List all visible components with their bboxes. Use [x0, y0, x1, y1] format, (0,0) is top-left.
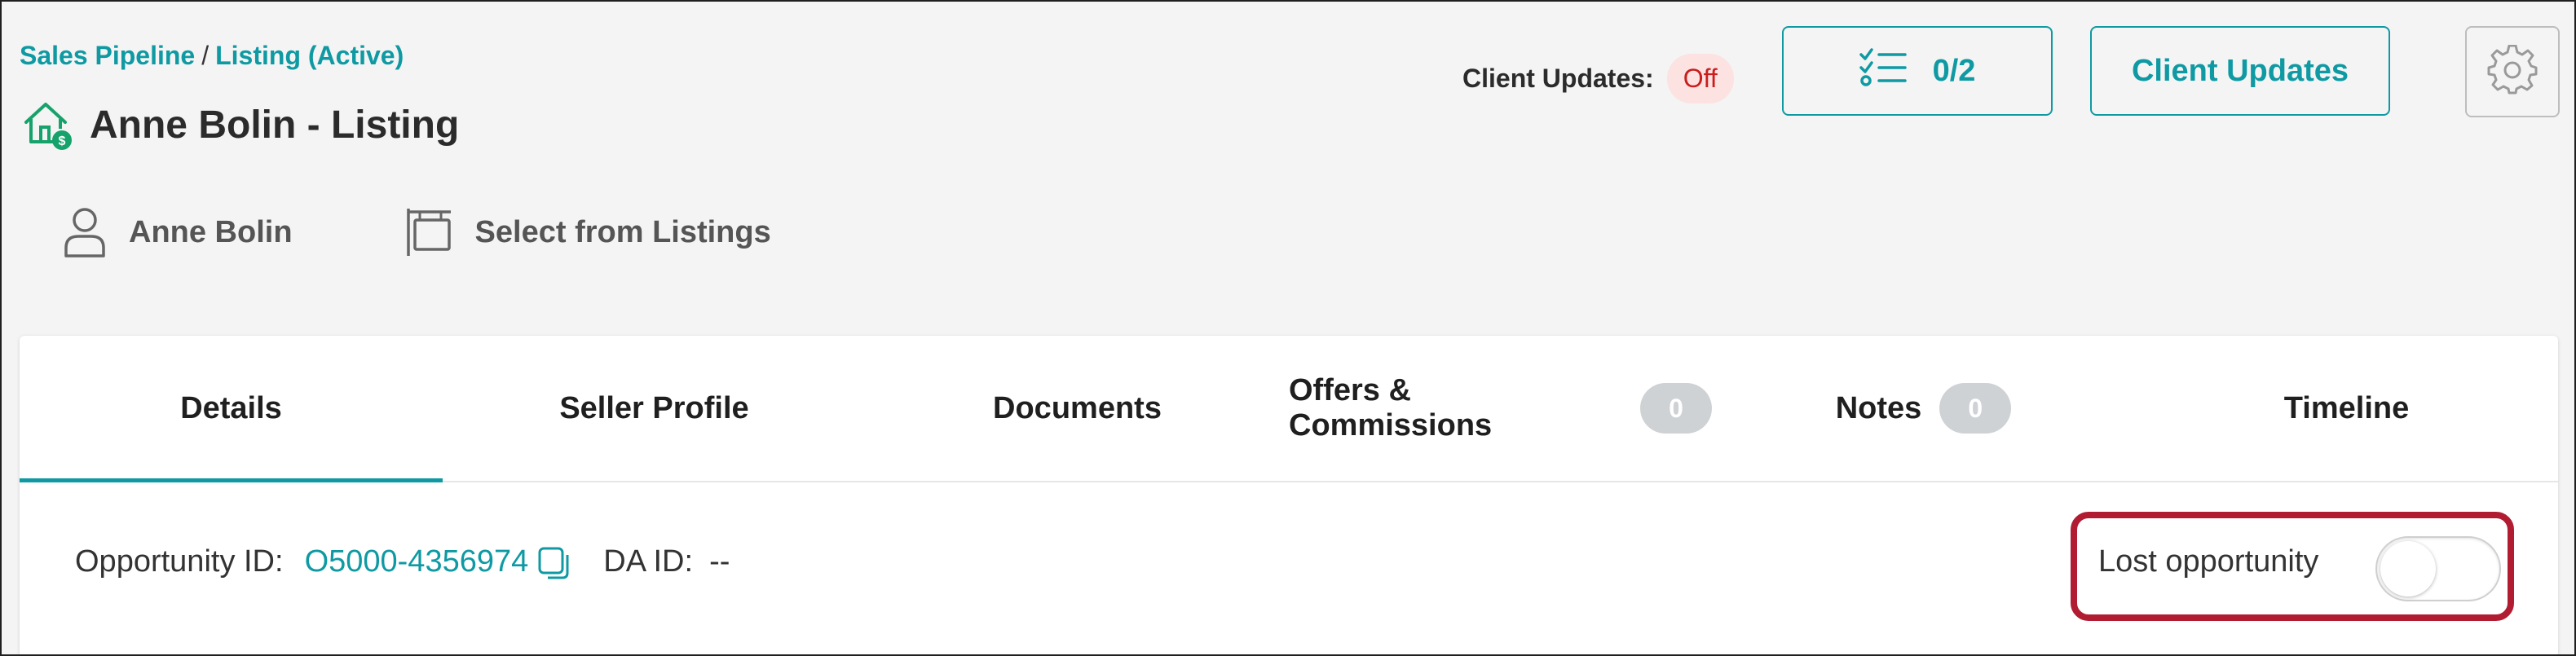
- tab-label: Documents: [993, 390, 1162, 425]
- tab-label: Timeline: [2283, 390, 2410, 425]
- lost-opportunity-label: Lost opportunity: [2098, 544, 2319, 579]
- lost-opportunity-toggle[interactable]: [2375, 536, 2501, 601]
- client-updates-label: Client Updates:: [1462, 64, 1654, 93]
- opportunity-id-label: Opportunity ID:: [75, 544, 284, 579]
- meta-row: Anne Bolin Select from Listings: [62, 205, 884, 259]
- gear-icon: [2487, 44, 2538, 99]
- svg-text:$: $: [59, 134, 66, 148]
- da-id-label: DA ID:: [603, 544, 694, 579]
- tab-documents[interactable]: Documents: [866, 336, 1289, 481]
- tab-label: Notes: [1835, 390, 1922, 425]
- select-listing-label: Select from Listings: [474, 214, 771, 249]
- breadcrumb-sales-pipeline[interactable]: Sales Pipeline: [20, 41, 195, 71]
- notes-count-badge: 0: [1939, 383, 2012, 434]
- listing-sign-icon: [405, 205, 454, 259]
- tab-label: Offers & Commissions: [1289, 373, 1493, 442]
- tab-label: Details: [180, 390, 282, 425]
- tab-notes[interactable]: Notes 0: [1712, 336, 2135, 481]
- house-dollar-icon: $: [21, 98, 75, 152]
- tab-bar: Details Seller Profile Documents Offers …: [20, 336, 2558, 482]
- tab-timeline[interactable]: Timeline: [2135, 336, 2558, 481]
- tab-label: Seller Profile: [559, 390, 749, 425]
- tab-details[interactable]: Details: [20, 336, 443, 482]
- title-row: $ Anne Bolin - Listing: [21, 98, 459, 152]
- breadcrumb-listing-active[interactable]: Listing (Active): [215, 41, 404, 71]
- breadcrumb-separator: /: [201, 41, 210, 70]
- breadcrumb: Sales Pipeline / Listing (Active): [20, 41, 404, 71]
- id-row: Opportunity ID: O5000-4356974 DA ID: --: [75, 544, 730, 579]
- tasks-count: 0/2: [1932, 53, 1976, 88]
- select-listing-link[interactable]: Select from Listings: [405, 205, 771, 259]
- settings-button[interactable]: [2465, 26, 2560, 117]
- opportunity-id-value[interactable]: O5000-4356974: [305, 544, 529, 579]
- tab-seller-profile[interactable]: Seller Profile: [443, 336, 866, 481]
- tab-offers-commissions[interactable]: Offers & Commissions 0: [1289, 336, 1712, 481]
- client-updates-status: Client Updates: Off: [1462, 54, 1734, 103]
- toggle-knob: [2380, 541, 2436, 597]
- checklist-icon: [1859, 46, 1908, 95]
- client-updates-button[interactable]: Client Updates: [2090, 26, 2390, 116]
- contact-link[interactable]: Anne Bolin: [62, 205, 293, 259]
- person-icon: [62, 205, 108, 259]
- page-title: Anne Bolin - Listing: [90, 103, 460, 147]
- contact-name: Anne Bolin: [129, 214, 293, 249]
- client-updates-status-badge: Off: [1666, 54, 1734, 103]
- da-id-value: --: [709, 544, 730, 579]
- copy-icon[interactable]: [536, 545, 572, 579]
- app-frame: Sales Pipeline / Listing (Active) $ Anne…: [0, 0, 2576, 656]
- offers-count-badge: 0: [1640, 383, 1712, 434]
- tasks-button[interactable]: 0/2: [1782, 26, 2053, 116]
